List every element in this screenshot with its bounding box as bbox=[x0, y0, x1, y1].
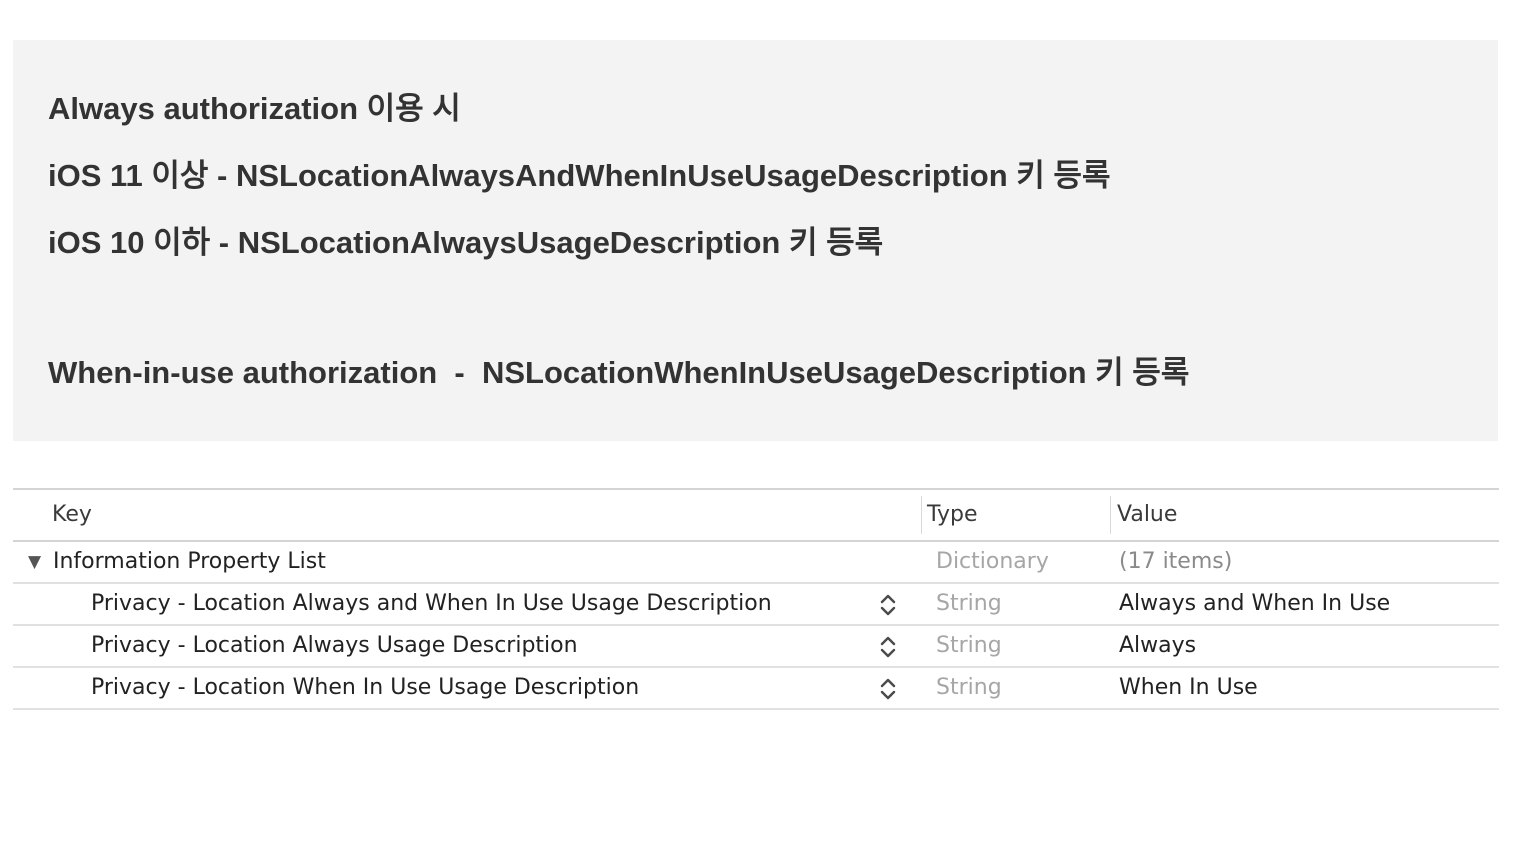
plist-row[interactable]: Privacy - Location Always Usage Descript… bbox=[13, 626, 1499, 668]
root-type: Dictionary bbox=[936, 549, 1049, 574]
row-key[interactable]: Privacy - Location Always Usage Descript… bbox=[91, 626, 578, 666]
row-value[interactable]: When In Use bbox=[1119, 668, 1258, 708]
disclosure-triangle-icon[interactable]: ▼ bbox=[28, 542, 41, 582]
row-value[interactable]: Always bbox=[1119, 626, 1196, 666]
description-note: Always authorization 이용 시 iOS 11 이상 - NS… bbox=[13, 40, 1498, 441]
key-stepper-icon[interactable] bbox=[877, 675, 899, 703]
row-value[interactable]: Always and When In Use bbox=[1119, 584, 1390, 624]
row-type[interactable]: String bbox=[936, 668, 1002, 708]
root-key: Information Property List bbox=[53, 549, 326, 574]
root-value: (17 items) bbox=[1119, 549, 1233, 574]
key-stepper-icon[interactable] bbox=[877, 591, 899, 619]
column-header-value[interactable]: Value bbox=[1117, 490, 1177, 540]
column-divider[interactable] bbox=[1110, 496, 1111, 534]
note-ios10-line: iOS 10 이하 - NSLocationAlwaysUsageDescrip… bbox=[48, 225, 884, 260]
property-list-editor: Key Type Value ▼ Information Property Li… bbox=[13, 488, 1499, 710]
plist-row[interactable]: Privacy - Location Always and When In Us… bbox=[13, 584, 1499, 626]
row-type[interactable]: String bbox=[936, 584, 1002, 624]
note-ios11-line: iOS 11 이상 - NSLocationAlwaysAndWhenInUse… bbox=[48, 158, 1111, 193]
row-key[interactable]: Privacy - Location When In Use Usage Des… bbox=[91, 668, 639, 708]
plist-row[interactable]: Privacy - Location When In Use Usage Des… bbox=[13, 668, 1499, 710]
column-header-type[interactable]: Type bbox=[927, 490, 978, 540]
note-when-in-use-line: When-in-use authorization - NSLocationWh… bbox=[48, 355, 1190, 390]
row-key[interactable]: Privacy - Location Always and When In Us… bbox=[91, 584, 772, 624]
column-header-key[interactable]: Key bbox=[52, 490, 92, 540]
key-stepper-icon[interactable] bbox=[877, 633, 899, 661]
column-divider[interactable] bbox=[921, 496, 922, 534]
plist-root-row[interactable]: ▼ Information Property List Dictionary (… bbox=[13, 542, 1499, 584]
row-type[interactable]: String bbox=[936, 626, 1002, 666]
plist-header-row: Key Type Value bbox=[13, 490, 1499, 542]
note-always-heading: Always authorization 이용 시 bbox=[48, 91, 461, 126]
